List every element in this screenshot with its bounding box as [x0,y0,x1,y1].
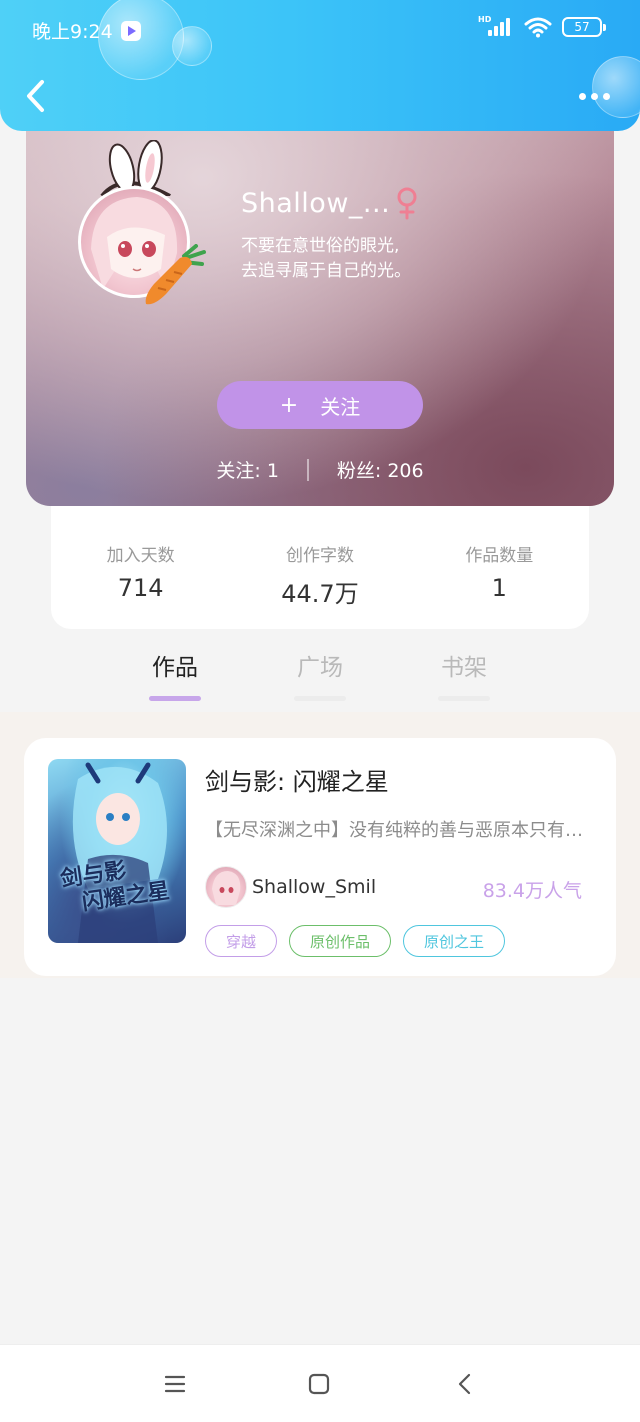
back-button[interactable] [22,78,52,114]
tab-label: 作品 [152,655,198,681]
stat-works-count: 作品数量 1 [410,505,589,629]
follow-button[interactable]: + 关注 [217,381,423,429]
stat-word-count: 创作字数 44.7万 [230,505,409,629]
tab-square[interactable]: 广场 [270,648,370,701]
status-time-text: 晚上9:24 [32,21,113,43]
book-tags: 穿越 原创作品 原创之王 [205,925,506,957]
tab-label: 广场 [297,655,343,681]
carrot-decoration [145,244,206,305]
book-cover: 剑与影 闪耀之星 [48,759,186,943]
network-type: HD [478,15,492,24]
tab-bookshelf[interactable]: 书架 [414,648,514,701]
popularity-count: 83.4万人气 [482,880,582,902]
stat-label: 作品数量 [465,546,534,566]
more-dot [602,92,610,100]
stat-value: 714 [117,574,164,602]
tab-indicator [294,696,346,701]
more-options-button[interactable] [574,86,614,106]
profile-header-card: Shallow_... 不要在意世俗的眼光, 去追寻属于自己的光。 + 关注 关… [26,120,614,506]
bio-line: 去追寻属于自己的光。 [241,261,411,281]
system-navigation-bar [0,1344,640,1422]
bio-line: 不要在意世俗的眼光, [241,236,400,256]
status-time: 晚上9:24 [32,17,141,44]
stat-join-days: 加入天数 714 [51,505,230,629]
tab-indicator [149,696,201,701]
header-bar: 晚上9:24 HD 57 [0,0,640,131]
nickname: Shallow_... [241,188,391,219]
female-icon [397,187,417,220]
book-description: 【无尽深渊之中】没有纯粹的善与恶原本只有一个… [205,820,595,841]
tag[interactable]: 原创作品 [289,925,392,957]
tab-works[interactable]: 作品 [125,648,225,701]
tab-indicator [438,696,490,701]
user-profile-page: 晚上9:24 HD 57 Shallow_... 不要在意世俗的眼光, 去追寻属… [0,0,640,1422]
signal-icon: HD [478,15,514,38]
stat-value: 1 [491,574,507,602]
following-count[interactable]: 关注: 1 [216,456,279,483]
stat-value: 44.7万 [281,580,359,608]
menu-icon[interactable] [160,1369,190,1399]
app-notification-icon [120,20,141,41]
avatar-frame[interactable] [78,140,218,310]
profile-tabs: 作品 广场 书架 [0,640,640,712]
follow-counts: 关注: 1 粉丝: 206 [26,456,614,483]
more-dot [590,92,598,100]
fans-count[interactable]: 粉丝: 206 [337,456,424,483]
profile-bio: 不要在意世俗的眼光, 去追寻属于自己的光。 [241,234,411,284]
stats-card: 加入天数 714 创作字数 44.7万 作品数量 1 [51,505,589,629]
back-triangle-icon[interactable] [450,1369,480,1399]
tag[interactable]: 穿越 [205,925,278,957]
stat-label: 创作字数 [285,546,354,566]
tab-label: 书架 [441,655,487,681]
counts-divider [306,458,309,481]
home-square-icon[interactable] [304,1369,334,1399]
wifi-icon [524,17,552,38]
plus-icon: + [279,392,299,418]
battery-level: 57 [574,20,590,34]
follow-button-label: 关注 [320,394,361,419]
tag[interactable]: 原创之王 [403,925,506,957]
stat-label: 加入天数 [106,546,175,566]
author-name: Shallow_Smil [252,876,377,898]
status-indicators: HD 57 [478,15,606,38]
decor-bubble [172,26,212,66]
battery-icon: 57 [562,17,606,37]
work-card[interactable]: 剑与影 闪耀之星 剑与影: 闪耀之星 【无尽深渊之中】没有纯粹的善与恶原本只有一… [24,738,616,976]
author-avatar [205,866,247,908]
more-dot [578,92,586,100]
book-title: 剑与影: 闪耀之星 [205,768,389,796]
